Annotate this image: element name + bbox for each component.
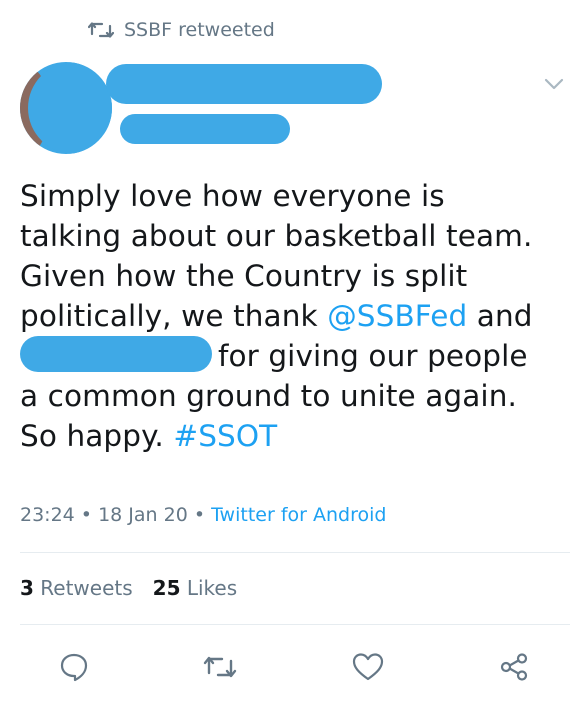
like-button[interactable] xyxy=(350,649,386,685)
tweet-line: a common ground to unite again. xyxy=(20,379,517,413)
likes-count: 25 xyxy=(152,576,181,600)
tweet-line: Simply love how everyone is xyxy=(20,179,445,213)
tweet-line: politically, we thank @SSBFed and xyxy=(20,296,560,336)
tweet-line-text: politically, we thank xyxy=(20,299,328,333)
like-icon xyxy=(352,652,384,682)
retweet-icon xyxy=(88,19,114,41)
reply-icon xyxy=(59,652,89,682)
avatar-redaction xyxy=(28,62,112,154)
avatar[interactable] xyxy=(20,62,112,154)
author-handle-redacted[interactable] xyxy=(120,114,290,144)
share-button[interactable] xyxy=(496,649,532,685)
share-icon xyxy=(499,652,529,682)
retweet-button[interactable] xyxy=(202,649,238,685)
mention-link[interactable]: @SSBFed xyxy=(327,299,467,333)
tweet-line-text: So happy. xyxy=(20,419,174,453)
retweets-stat[interactable]: 3 Retweets xyxy=(20,576,133,600)
tweet-line: talking about our basketball team. xyxy=(20,219,533,253)
likes-stat[interactable]: 25 Likes xyxy=(153,576,238,600)
chevron-down-icon[interactable] xyxy=(543,76,565,92)
tweet-line: So happy. #SSOT xyxy=(20,416,560,456)
author-name-redacted[interactable] xyxy=(106,64,382,104)
tweet-line: for giving our people xyxy=(20,336,560,376)
tweet-date: 18 Jan 20 xyxy=(98,504,188,526)
likes-label: Likes xyxy=(180,576,238,600)
reply-button[interactable] xyxy=(56,649,92,685)
tweet-text: Simply love how everyone is talking abou… xyxy=(20,176,560,456)
meta-separator: • xyxy=(74,504,99,526)
retweets-label: Retweets xyxy=(33,576,133,600)
tweet-line-text: for giving our people xyxy=(218,339,528,373)
tweet-line: Given how the Country is split xyxy=(20,259,468,293)
hashtag-link[interactable]: #SSOT xyxy=(173,419,277,453)
divider xyxy=(20,624,570,625)
tweet-time: 23:24 xyxy=(20,504,75,526)
retweet-header[interactable]: SSBF retweeted xyxy=(88,16,275,44)
action-bar xyxy=(0,645,580,689)
tweet-line-text: and xyxy=(467,299,533,333)
mention-redacted[interactable] xyxy=(20,336,212,372)
retweets-count: 3 xyxy=(20,576,34,600)
retweet-icon xyxy=(203,653,237,681)
divider xyxy=(20,552,570,553)
meta-separator: • xyxy=(187,504,212,526)
tweet-source-link[interactable]: Twitter for Android xyxy=(211,504,386,526)
tweet-meta: 23:24 • 18 Jan 20 • Twitter for Android xyxy=(20,504,386,526)
tweet-stats: 3 Retweets 25 Likes xyxy=(20,576,237,600)
retweet-header-text: SSBF retweeted xyxy=(124,19,275,41)
